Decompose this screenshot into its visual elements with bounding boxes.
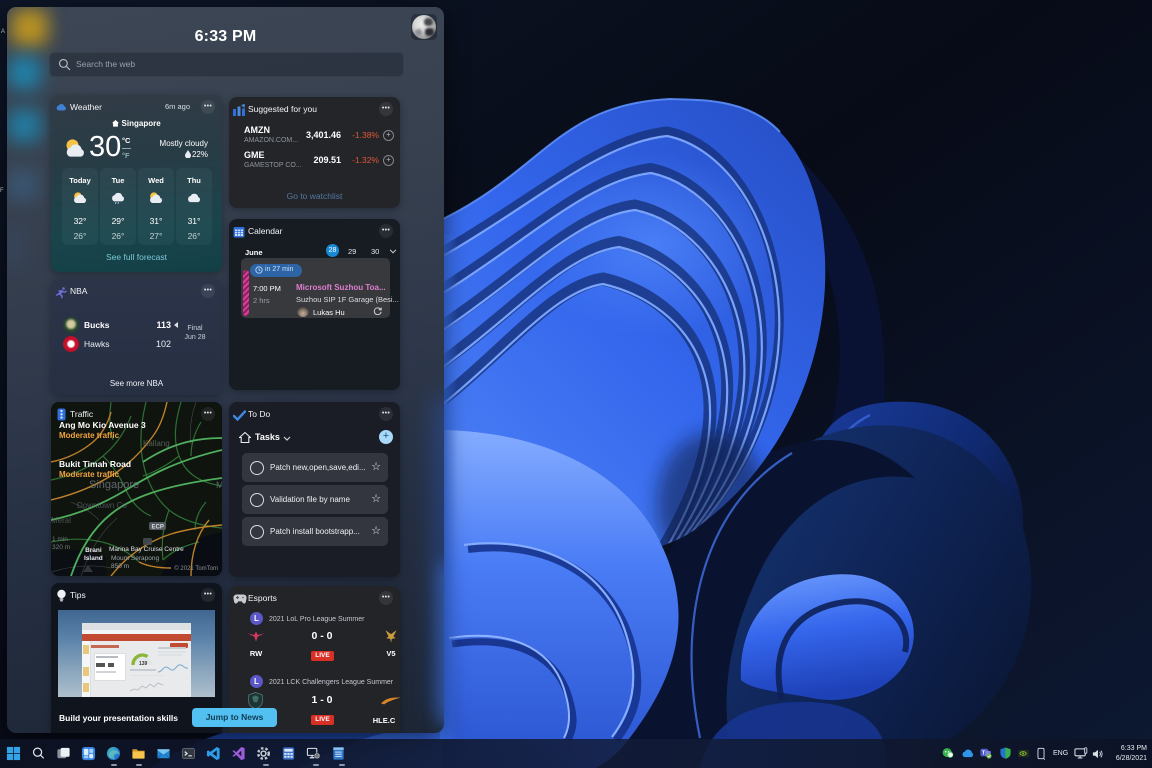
svg-text:Downtown Co: Downtown Co bbox=[77, 501, 127, 510]
svg-text:1 min: 1 min bbox=[52, 536, 68, 543]
svg-text:Kallang: Kallang bbox=[143, 439, 170, 448]
svg-text:139: 139 bbox=[139, 661, 148, 667]
svg-text:320 m: 320 m bbox=[52, 544, 70, 551]
svg-text:ECP: ECP bbox=[152, 525, 164, 531]
svg-text:M: M bbox=[216, 480, 222, 490]
svg-text:Singapore: Singapore bbox=[89, 479, 139, 491]
svg-text:Meral: Meral bbox=[51, 516, 71, 525]
svg-text:T: T bbox=[982, 751, 986, 757]
